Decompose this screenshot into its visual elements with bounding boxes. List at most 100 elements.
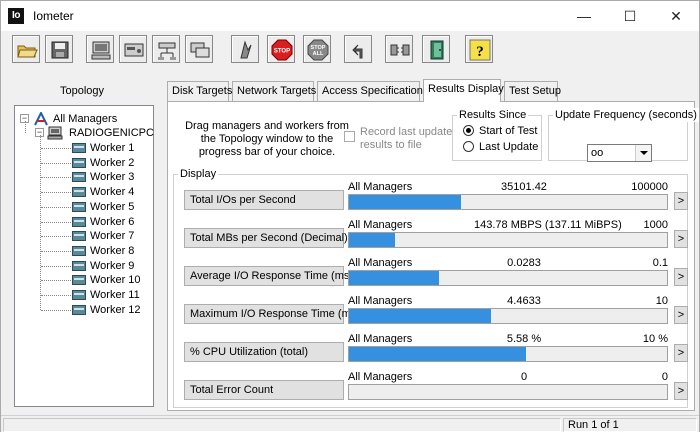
metric-select-button[interactable]: Maximum I/O Response Time (ms): [184, 304, 360, 324]
computer-icon: [91, 41, 111, 60]
help-icon: ?: [469, 39, 491, 61]
metric-select-button[interactable]: Total I/Os per Second: [184, 190, 344, 210]
metric-select-button[interactable]: Average I/O Response Time (ms): [184, 266, 353, 286]
update-frequency-select[interactable]: oo: [587, 144, 652, 162]
progress-bar[interactable]: [348, 308, 668, 324]
tree-item-worker[interactable]: Worker 5: [15, 200, 153, 214]
title-bar: Io Iometer — ☐ ✕: [1, 1, 699, 31]
new-disk-worker-button[interactable]: [119, 35, 147, 63]
manager-computer-icon: [47, 126, 63, 140]
progress-bar[interactable]: [348, 384, 668, 400]
results-display-panel: Drag managers and workers from the Topol…: [167, 101, 699, 411]
duplicate-worker-icon: [190, 42, 210, 58]
tree-item-worker[interactable]: Worker 6: [15, 215, 153, 229]
stop-all-button[interactable]: STOP ALL: [303, 35, 331, 63]
worker-disk-icon: [72, 143, 86, 153]
stop-all-icon: STOPALL: [307, 39, 329, 61]
worker-label: Worker 8: [90, 244, 135, 257]
tree-item-worker[interactable]: Worker 12: [15, 303, 153, 317]
tree-item-worker[interactable]: Worker 10: [15, 273, 153, 287]
metric-max: 10 %: [642, 333, 668, 345]
worker-label: Worker 3: [90, 171, 135, 184]
metric-value: 143.78 MBPS (137.11 MiBPS): [474, 219, 622, 231]
more-details-button[interactable]: >: [674, 230, 688, 248]
chevron-down-icon[interactable]: [635, 145, 651, 161]
metric-max: 100000: [631, 181, 668, 193]
disconnect-button[interactable]: [385, 35, 413, 63]
reset-workers-button[interactable]: [344, 35, 372, 63]
worker-label: Worker 11: [90, 289, 140, 301]
tab-network-targets[interactable]: Network Targets: [232, 81, 316, 101]
display-group: Display All Managers 35101.42 100000 Total …: [173, 167, 688, 408]
progress-bar[interactable]: [348, 270, 668, 286]
metric-value: 0.0283: [507, 257, 541, 269]
more-details-button[interactable]: >: [674, 344, 688, 362]
radio-last-update[interactable]: [463, 141, 474, 152]
tab-test-setup[interactable]: Test Setup: [504, 81, 561, 101]
metric-select-button[interactable]: Total MBs per Second (Decimal): [184, 228, 348, 248]
tree-item-worker[interactable]: Worker 1: [15, 141, 153, 155]
tree-item-worker[interactable]: Worker 3: [15, 170, 153, 184]
progress-bar[interactable]: [348, 232, 668, 248]
exit-button[interactable]: [422, 35, 450, 63]
toolbar: STOP STOP ALL ?: [1, 31, 699, 71]
new-manager-button[interactable]: [86, 35, 114, 63]
help-button[interactable]: ?: [465, 35, 493, 63]
update-frequency-group: Update Frequency (seconds) oo: [548, 108, 699, 162]
metric-max: 10: [655, 295, 668, 307]
metric-value: 0: [520, 371, 528, 383]
start-tests-button[interactable]: [231, 35, 259, 63]
iometer-app-icon: Io: [8, 8, 24, 24]
tree-item-worker[interactable]: Worker 4: [15, 185, 153, 199]
worker-disk-icon: [72, 275, 86, 286]
update-frequency-value: oo: [591, 147, 604, 159]
tab-access-specifications[interactable]: Access Specifications: [317, 81, 428, 101]
tab-disk-targets[interactable]: Disk Targets: [167, 81, 232, 101]
tree-item-manager[interactable]: − RADIOGENICPC: [15, 126, 154, 140]
open-config-button[interactable]: [12, 35, 40, 63]
minimize-button[interactable]: —: [561, 1, 607, 31]
worker-disk-icon: [72, 216, 86, 227]
metric-source: All Managers: [348, 371, 413, 383]
more-details-button[interactable]: >: [674, 382, 688, 400]
stop-icon-label: STOP: [274, 49, 290, 55]
tree-item-worker[interactable]: Worker 8: [15, 244, 153, 258]
radio-start-of-test[interactable]: [463, 125, 474, 136]
duplicate-worker-button[interactable]: [185, 35, 213, 63]
results-since-group: Results Since Start of Test Last Update: [452, 108, 542, 161]
window-title: Iometer: [33, 9, 74, 23]
worker-disk-icon: [72, 260, 86, 271]
stop-test-button[interactable]: STOP: [267, 35, 295, 63]
more-details-button[interactable]: >: [674, 192, 688, 210]
maximize-button[interactable]: ☐: [607, 1, 653, 31]
tree-item-worker[interactable]: Worker 2: [15, 156, 153, 170]
topology-tree[interactable]: − All Managers − RADIOGENICPC Worker 1 Wo…: [14, 105, 154, 407]
metric-select-button[interactable]: Total Error Count: [184, 380, 344, 400]
new-network-worker-button[interactable]: [152, 35, 180, 63]
worker-label: Worker 12: [90, 303, 141, 316]
metric-max: 0.1: [652, 257, 668, 269]
metric-max: 0: [661, 371, 668, 383]
worker-disk-icon: [72, 304, 86, 315]
worker-disk-icon: [72, 187, 86, 198]
more-details-button[interactable]: >: [674, 306, 688, 324]
tree-item-worker[interactable]: Worker 11: [15, 288, 153, 302]
tree-item-all-managers[interactable]: − All Managers: [15, 112, 153, 126]
metric-source: All Managers: [348, 181, 413, 193]
tree-item-worker[interactable]: Worker 7: [15, 229, 153, 243]
more-details-button[interactable]: >: [674, 268, 688, 286]
close-button[interactable]: ✕: [653, 1, 699, 31]
all-managers-icon: [34, 112, 48, 126]
save-config-button[interactable]: [45, 35, 73, 63]
progress-bar[interactable]: [348, 194, 668, 210]
tree-root-label: All Managers: [53, 113, 118, 125]
tree-item-worker[interactable]: Worker 9: [15, 259, 153, 273]
tree-manager-label: RADIOGENICPC: [69, 127, 154, 139]
metric-value: 5.58 %: [506, 333, 542, 345]
results-since-title: Results Since: [457, 108, 529, 122]
tab-results-display[interactable]: Results Display: [423, 79, 504, 102]
worker-disk-icon: [72, 231, 86, 242]
record-checkbox[interactable]: [344, 131, 355, 142]
metric-select-button[interactable]: % CPU Utilization (total): [184, 342, 344, 362]
progress-bar[interactable]: [348, 346, 668, 362]
